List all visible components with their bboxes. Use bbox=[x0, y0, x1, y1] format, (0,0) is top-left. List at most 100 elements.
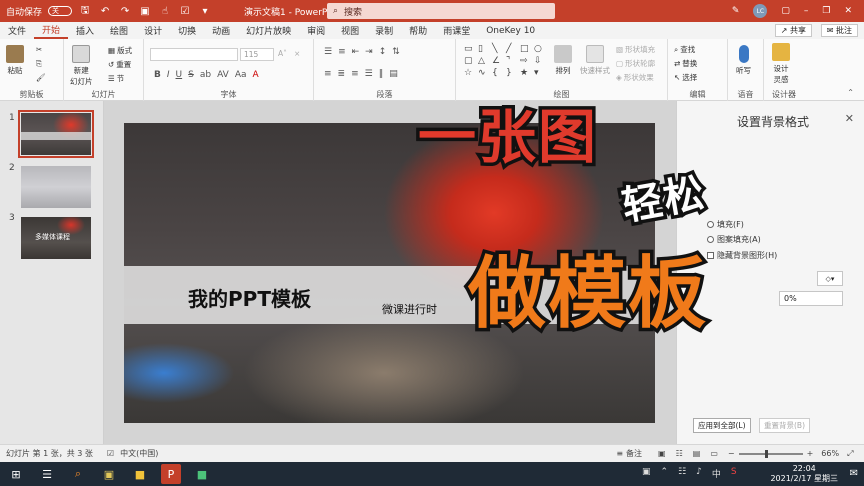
app-icon-2[interactable]: ■ bbox=[192, 464, 212, 484]
align-right-icon[interactable]: ≡ bbox=[351, 69, 359, 79]
tab-onekey[interactable]: OneKey 10 bbox=[478, 22, 543, 39]
vtext-shape-icon[interactable]: ▯ bbox=[478, 44, 490, 54]
textbox-shape-icon[interactable]: ▭ bbox=[464, 44, 476, 54]
cut-icon[interactable]: ✂ bbox=[36, 45, 42, 54]
autosave-toggle[interactable]: 关 bbox=[48, 6, 73, 16]
minimize-icon[interactable]: – bbox=[804, 6, 809, 16]
arrange-button[interactable]: 排列 bbox=[554, 45, 572, 76]
tab-home[interactable]: 开始 bbox=[34, 22, 69, 39]
share-button[interactable]: ↗ 共享 bbox=[774, 24, 812, 37]
shape-fill-button[interactable]: ▧ 形状填充 bbox=[616, 44, 655, 55]
oval-shape-icon[interactable]: ○ bbox=[534, 44, 546, 54]
decrease-indent-icon[interactable]: ⇤ bbox=[352, 47, 360, 57]
underline-button[interactable]: U bbox=[176, 70, 183, 80]
corner-shape-icon[interactable]: ⌝ bbox=[506, 56, 518, 66]
redo-icon[interactable]: ↷ bbox=[118, 4, 132, 18]
format-painter-icon[interactable]: 🖌 bbox=[36, 73, 46, 82]
curve-shape-icon[interactable]: ∿ bbox=[478, 68, 490, 78]
align-center-icon[interactable]: ≣ bbox=[338, 69, 346, 79]
quick-styles-button[interactable]: 快速样式 bbox=[580, 45, 610, 76]
color-dropdown[interactable]: ◇▾ bbox=[817, 271, 843, 286]
undo-icon[interactable]: ↶ bbox=[98, 4, 112, 18]
strikethrough-button[interactable]: S bbox=[188, 70, 194, 80]
sogou-ime-icon[interactable]: S bbox=[731, 467, 737, 480]
ime-indicator[interactable]: 中 bbox=[712, 467, 721, 480]
line2-shape-icon[interactable]: ╱ bbox=[506, 44, 518, 54]
tab-insert[interactable]: 插入 bbox=[68, 22, 102, 39]
font-family-box[interactable] bbox=[150, 48, 238, 61]
tab-design[interactable]: 设计 bbox=[136, 22, 170, 39]
tab-review[interactable]: 审阅 bbox=[299, 22, 333, 39]
tab-help[interactable]: 帮助 bbox=[401, 22, 435, 39]
text-direction-icon[interactable]: ⇅ bbox=[392, 47, 400, 57]
dictate-button[interactable]: 听写 bbox=[736, 45, 751, 76]
spacing-button[interactable]: AV bbox=[217, 70, 229, 80]
check-icon[interactable]: ☑ bbox=[178, 4, 192, 18]
pane-close-icon[interactable]: ✕ bbox=[845, 112, 854, 125]
line-shape-icon[interactable]: ╲ bbox=[492, 44, 504, 54]
pattern-fill-option[interactable]: 图案填充(A) bbox=[707, 234, 761, 245]
task-view-icon[interactable]: ☰ bbox=[37, 464, 57, 484]
slide-title[interactable]: 我的PPT模板 bbox=[188, 283, 311, 312]
bold-button[interactable]: B bbox=[154, 70, 161, 80]
slide-subtitle[interactable]: 微课进行时 bbox=[382, 301, 437, 317]
tab-rain-classroom[interactable]: 雨课堂 bbox=[435, 22, 478, 39]
replace-button[interactable]: ⇄ 替换 bbox=[674, 58, 697, 69]
notes-button[interactable]: 备注 bbox=[626, 448, 642, 459]
find-button[interactable]: ⌕ 查找 bbox=[674, 44, 695, 55]
zoom-slider[interactable] bbox=[738, 449, 803, 458]
tab-animations[interactable]: 动画 bbox=[204, 22, 238, 39]
reset-background-button[interactable]: 重置背景(B) bbox=[759, 418, 810, 433]
zoom-out-icon[interactable]: − bbox=[728, 449, 735, 458]
arrow-shape-icon[interactable]: ⇨ bbox=[520, 56, 532, 66]
down-arrow-shape-icon[interactable]: ⇩ bbox=[534, 56, 546, 66]
touch-mode-icon[interactable]: ☝ bbox=[158, 4, 172, 18]
line-spacing-icon[interactable]: ↕ bbox=[379, 47, 387, 57]
close-icon[interactable]: ✕ bbox=[844, 6, 852, 16]
app-icon-1[interactable]: ▣ bbox=[99, 464, 119, 484]
clear-format-icon[interactable]: ⨯ bbox=[294, 49, 300, 58]
pen-icon[interactable]: ✎ bbox=[732, 6, 740, 16]
comment-button[interactable]: ✉ 批注 bbox=[820, 24, 858, 37]
numbering-icon[interactable]: ≡ bbox=[338, 47, 346, 57]
slide-thumbnail-2[interactable] bbox=[21, 166, 91, 208]
slideshow-view-icon[interactable]: ▭ bbox=[710, 449, 718, 458]
select-button[interactable]: ↖ 选择 bbox=[674, 72, 697, 83]
tab-view[interactable]: 视图 bbox=[333, 22, 367, 39]
brace-shape-icon[interactable]: { bbox=[492, 68, 504, 78]
notes-icon[interactable]: ≡ bbox=[616, 449, 623, 458]
slide-sorter-icon[interactable]: ☷ bbox=[676, 449, 683, 458]
shadow-button[interactable]: ab bbox=[200, 70, 211, 80]
customize-qat-icon[interactable]: ▾ bbox=[198, 4, 212, 18]
new-slide-button[interactable]: 新建 幻灯片 bbox=[70, 45, 93, 87]
restore-icon[interactable]: ❐ bbox=[822, 6, 830, 16]
rect2-shape-icon[interactable]: ▢ bbox=[464, 56, 476, 66]
transparency-input[interactable]: 0% bbox=[779, 291, 843, 306]
shape-outline-button[interactable]: ▢ 形状轮廓 bbox=[616, 58, 655, 69]
slide-thumbnail-1[interactable] bbox=[18, 110, 94, 158]
powerpoint-taskbar-icon[interactable]: P bbox=[161, 464, 181, 484]
paste-button[interactable]: 粘贴 bbox=[6, 45, 24, 76]
avatar[interactable]: LC bbox=[753, 4, 768, 18]
triangle-shape-icon[interactable]: △ bbox=[478, 56, 490, 66]
search-app-icon[interactable]: ⌕ bbox=[68, 464, 88, 484]
change-case-button[interactable]: Aa bbox=[235, 70, 247, 80]
tab-transitions[interactable]: 切换 bbox=[170, 22, 204, 39]
fill-option[interactable]: 填充(F) bbox=[707, 219, 744, 230]
fit-to-window-icon[interactable]: ⤢ bbox=[847, 449, 853, 459]
align-left-icon[interactable]: ≡ bbox=[324, 69, 332, 79]
more-shapes-icon[interactable]: ▾ bbox=[534, 68, 546, 78]
normal-view-icon[interactable]: ▣ bbox=[658, 449, 666, 458]
font-color-icon[interactable]: A bbox=[253, 70, 259, 80]
volume-icon[interactable]: ♪ bbox=[696, 467, 702, 480]
layout-button[interactable]: ▦ 版式 bbox=[108, 45, 132, 56]
notifications-icon[interactable]: ✉ bbox=[850, 468, 858, 479]
language-indicator[interactable]: 中文(中国) bbox=[120, 448, 158, 459]
zoom-in-icon[interactable]: + bbox=[807, 449, 814, 458]
tray-app-icon[interactable]: ▣ bbox=[642, 467, 651, 480]
network-icon[interactable]: ☷ bbox=[678, 467, 686, 480]
tab-draw[interactable]: 绘图 bbox=[102, 22, 136, 39]
bullets-icon[interactable]: ☰ bbox=[324, 47, 332, 57]
file-explorer-icon[interactable]: ■ bbox=[130, 464, 150, 484]
zoom-slider-thumb[interactable] bbox=[764, 449, 768, 458]
